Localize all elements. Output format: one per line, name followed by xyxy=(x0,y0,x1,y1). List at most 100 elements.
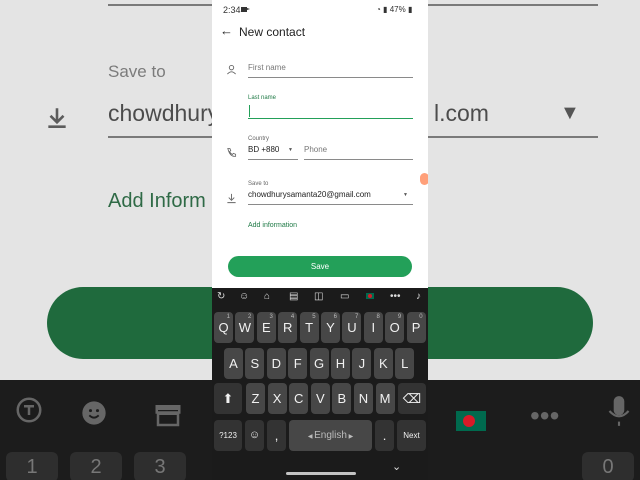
status-right: ◔ ▮ 47% ▮ xyxy=(376,5,412,14)
key-label: W xyxy=(238,320,252,335)
key-b[interactable]: B xyxy=(332,383,352,414)
edge-panel-handle[interactable] xyxy=(420,173,428,185)
save-button[interactable]: Save xyxy=(228,256,412,277)
translate-icon[interactable]: ↻ xyxy=(217,291,225,302)
wifi-signal-icon: ◔ ▮ xyxy=(376,5,388,14)
key-a[interactable]: A xyxy=(224,348,243,379)
key-q[interactable]: Q1 xyxy=(214,312,233,343)
key-label: H xyxy=(335,356,346,371)
store-icon[interactable]: ⌂ xyxy=(264,291,270,302)
navigation-bar: ⌄ xyxy=(212,456,428,480)
country-code-select[interactable]: BD +880 ▼ xyxy=(248,145,298,160)
key-u[interactable]: U7 xyxy=(342,312,362,343)
emoji-icon[interactable]: ☺ xyxy=(239,291,249,302)
background-translate-icon xyxy=(14,395,44,433)
app-bar: ← New contact xyxy=(212,20,428,44)
last-name-label: Last name xyxy=(248,95,277,101)
key-n[interactable]: N xyxy=(354,383,373,414)
page-title: New contact xyxy=(239,25,306,39)
key-o[interactable]: O9 xyxy=(385,312,405,343)
key-number-hint: 3 xyxy=(269,314,273,320)
background-mic-icon xyxy=(606,394,632,436)
key-c[interactable]: C xyxy=(289,383,309,414)
save-to-select[interactable]: chowdhurysamanta20@gmail.com ▼ xyxy=(248,190,413,205)
background-account-start: chowdhury xyxy=(108,100,220,126)
status-bar: 2:34 ◔ ▮ 47% ▮ xyxy=(212,0,428,20)
background-account-end: l.com xyxy=(434,100,489,126)
key-i[interactable]: I8 xyxy=(363,312,383,343)
text-mode-icon[interactable]: ◫ xyxy=(314,291,323,302)
key-number-hint: 0 xyxy=(419,314,423,320)
key-w[interactable]: W2 xyxy=(235,312,255,343)
more-options-icon[interactable]: ••• xyxy=(390,291,401,302)
key-label: P xyxy=(411,320,421,335)
key-label: E xyxy=(261,320,271,335)
key-number-hint: 8 xyxy=(376,314,380,320)
keyboard-layout-icon[interactable]: ▭ xyxy=(340,291,349,302)
key-y[interactable]: Y6 xyxy=(321,312,340,343)
key-t[interactable]: T5 xyxy=(299,312,319,343)
country-code-value: BD +880 xyxy=(248,145,280,154)
next-key[interactable]: Next xyxy=(397,420,426,451)
key-label: S xyxy=(250,356,260,371)
background-store-icon xyxy=(153,399,183,436)
key-p[interactable]: P0 xyxy=(406,312,426,343)
key-d[interactable]: D xyxy=(266,348,286,379)
key-number-hint: 7 xyxy=(355,314,359,320)
first-name-field[interactable]: First name xyxy=(248,63,413,78)
symbols-key[interactable]: ?123 xyxy=(214,420,242,451)
country-label: Country xyxy=(248,136,270,142)
key-number-hint: 4 xyxy=(290,314,295,320)
clipboard-icon[interactable]: ▤ xyxy=(289,291,298,302)
key-f[interactable]: F xyxy=(288,348,308,379)
mic-icon[interactable]: ♪ xyxy=(416,291,421,302)
key-label: M xyxy=(379,391,391,406)
key-h[interactable]: H xyxy=(331,348,350,379)
key-label: K xyxy=(378,356,388,371)
key-m[interactable]: M xyxy=(375,383,395,414)
key-s[interactable]: S xyxy=(245,348,265,379)
hide-keyboard-icon[interactable]: ⌄ xyxy=(392,460,401,473)
add-information-link[interactable]: Add information xyxy=(248,222,297,229)
phone-field[interactable]: Phone xyxy=(304,145,413,160)
key-label: O xyxy=(389,320,400,335)
key-label: A xyxy=(229,356,238,371)
save-to-account: chowdhurysamanta20@gmail.com xyxy=(248,190,371,199)
key-label: G xyxy=(314,356,325,371)
key-v[interactable]: V xyxy=(310,383,330,414)
bangla-flag-icon[interactable] xyxy=(366,293,374,299)
key-z[interactable]: Z xyxy=(246,383,265,414)
key-j[interactable]: J xyxy=(352,348,372,379)
key-label: C xyxy=(293,391,304,406)
backspace-key[interactable]: ⌫ xyxy=(398,383,426,414)
status-time: 2:34 xyxy=(223,5,241,15)
shift-key[interactable]: ⬆ xyxy=(214,383,242,414)
emoji-key[interactable]: ☺ xyxy=(245,420,264,451)
key-label: B xyxy=(337,391,347,406)
phone-icon xyxy=(226,147,237,161)
gesture-handle[interactable] xyxy=(286,472,356,475)
key-label: R xyxy=(282,320,293,335)
key-number-hint: 5 xyxy=(312,314,316,320)
background-save-to-label: Save to xyxy=(108,62,166,81)
key-e[interactable]: E3 xyxy=(256,312,276,343)
key-label: L xyxy=(401,356,409,371)
space-key[interactable]: ◀ English ▶ xyxy=(289,420,372,451)
comma-key[interactable]: , xyxy=(267,420,286,451)
key-number-hint: 2 xyxy=(248,314,252,320)
back-arrow-icon[interactable]: ← xyxy=(220,23,233,38)
last-name-field[interactable] xyxy=(248,104,413,119)
key-l[interactable]: L xyxy=(395,348,415,379)
key-number-hint: 9 xyxy=(397,314,402,320)
key-g[interactable]: G xyxy=(309,348,329,379)
key-r[interactable]: R4 xyxy=(278,312,298,343)
key-label: I xyxy=(371,320,376,335)
period-key[interactable]: . xyxy=(375,420,394,451)
background-dropdown-icon: ▼ xyxy=(560,102,580,124)
background-key-1: 1 xyxy=(6,452,58,480)
key-number-hint: 6 xyxy=(333,314,337,320)
key-x[interactable]: X xyxy=(267,383,287,414)
key-k[interactable]: K xyxy=(373,348,393,379)
phone-placeholder: Phone xyxy=(304,145,328,154)
country-dropdown-icon: ▼ xyxy=(288,147,293,153)
